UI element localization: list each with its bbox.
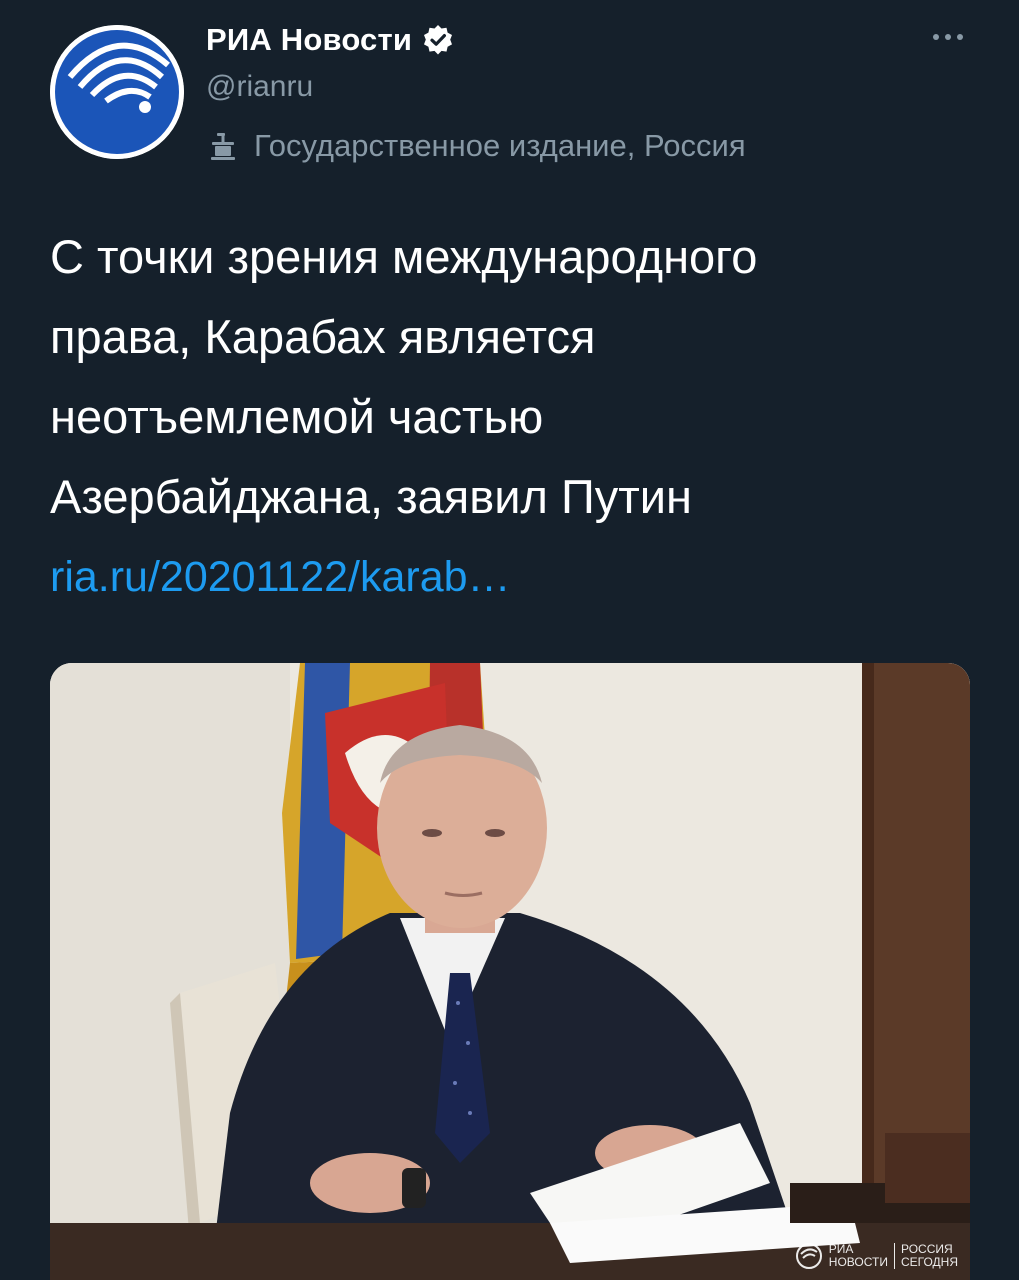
watermark-left-line2: НОВОСТИ (828, 1255, 888, 1269)
photo-illustration (50, 663, 970, 1280)
watermark-right-line1: РОССИЯ (900, 1242, 953, 1256)
tweet-text-line: неотъемлемой частью (50, 390, 544, 443)
government-podium-icon (206, 129, 240, 163)
more-options-icon (933, 34, 963, 40)
avatar[interactable] (50, 25, 184, 159)
name-row: РИА Новости (206, 20, 454, 60)
tweet-text-line: права, Карабах является (50, 310, 596, 363)
photo-watermark: РИА НОВОСТИ РОССИЯ СЕГОДНЯ (795, 1242, 958, 1270)
verified-badge-icon (422, 24, 454, 56)
article-link[interactable]: ria.ru/20201122/karab… (50, 537, 980, 617)
watermark-left: РИА НОВОСТИ (829, 1243, 888, 1269)
account-label-text: Государственное издание, Россия (254, 128, 746, 163)
tweet-text-line: С точки зрения международного (50, 230, 758, 283)
tweet: РИА Новости @rianru Государственное изда… (0, 0, 1019, 1280)
watermark-left-line1: РИА (828, 1242, 854, 1256)
tweet-photo[interactable]: РИА НОВОСТИ РОССИЯ СЕГОДНЯ (50, 663, 970, 1280)
watermark-right-line2: СЕГОДНЯ (900, 1255, 958, 1269)
more-options-button[interactable] (928, 22, 968, 52)
watermark-right: РОССИЯ СЕГОДНЯ (901, 1243, 958, 1269)
ria-watermark-logo-icon (795, 1242, 823, 1270)
account-label[interactable]: Государственное издание, Россия (206, 125, 746, 167)
handle[interactable]: @rianru (206, 70, 313, 104)
watermark-divider (893, 1243, 895, 1269)
display-name[interactable]: РИА Новости (206, 22, 412, 58)
ria-globe-logo-icon (50, 25, 184, 159)
tweet-text: С точки зрения международного права, Кар… (50, 217, 980, 617)
tweet-text-line: Азербайджана, заявил Путин (50, 470, 692, 523)
